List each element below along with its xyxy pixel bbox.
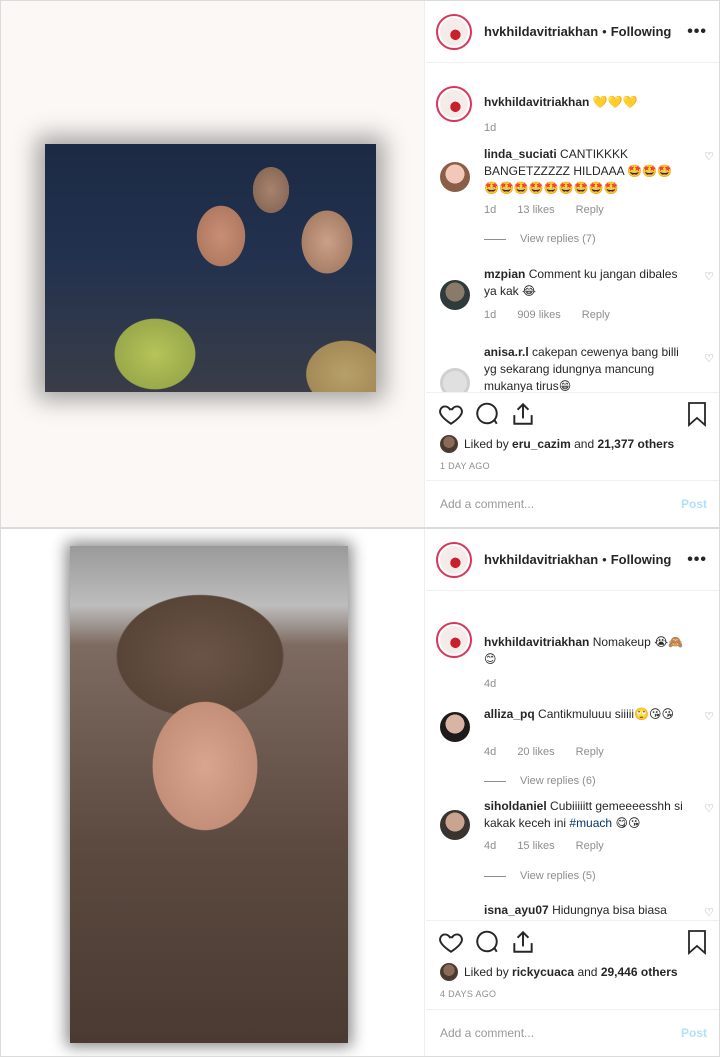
comment-like-heart-icon[interactable]: ♡	[704, 710, 714, 723]
commenter-avatar[interactable]	[440, 280, 470, 310]
instagram-post-2: hvkhildavitriakhan • Following ••• hvkhi…	[0, 528, 720, 1057]
caption-username[interactable]: hvkhildavitriakhan	[484, 635, 589, 649]
comment-item: isna_ayu07 Hidungnya bisa biasa ♡	[436, 902, 716, 920]
comment-username[interactable]: anisa.r.l	[484, 345, 529, 359]
reply-link[interactable]: Reply	[576, 746, 604, 758]
comments-list[interactable]: hvkhildavitriakhan Nomakeup 😭🙈😊 4d alliz…	[426, 592, 719, 920]
header-username[interactable]: hvkhildavitriakhan	[484, 24, 598, 39]
post-timestamp: 4 DAYS AGO	[440, 989, 497, 999]
comment-username[interactable]: linda_suciati	[484, 147, 557, 161]
bookmark-icon[interactable]	[685, 929, 709, 958]
profile-avatar[interactable]	[436, 541, 472, 578]
more-options-icon[interactable]: •••	[687, 23, 707, 41]
comment-username[interactable]: mzpian	[484, 267, 525, 281]
comment-item: alliza_pq Cantikmuluuu siiiii🙄😘😘 ♡ 4d 20…	[436, 684, 716, 788]
caption-username[interactable]: hvkhildavitriakhan	[484, 95, 589, 109]
post-header: hvkhildavitriakhan • Following •••	[426, 1, 719, 63]
comment-username[interactable]: siholdaniel	[484, 799, 547, 813]
comment-like-heart-icon[interactable]: ♡	[704, 802, 714, 815]
comment-text: Cantikmuluuu siiiii🙄😘😘	[538, 707, 675, 721]
comment-likes-count[interactable]: 20 likes	[517, 746, 554, 758]
post-timestamp: 1 DAY AGO	[440, 461, 490, 471]
comment-like-heart-icon[interactable]: ♡	[704, 150, 714, 163]
share-icon[interactable]	[510, 401, 536, 429]
instagram-post-1: hvkhildavitriakhan • Following ••• hvkhi…	[0, 0, 720, 528]
heart-icon[interactable]	[438, 401, 464, 429]
liker-avatar[interactable]	[440, 435, 458, 453]
commenter-avatar[interactable]	[440, 810, 470, 840]
liker-avatar[interactable]	[440, 963, 458, 981]
add-comment-bar: Add a comment... Post	[426, 1009, 719, 1056]
heart-icon[interactable]	[438, 929, 464, 957]
reply-link[interactable]: Reply	[576, 840, 604, 852]
comment-likes-count[interactable]: 13 likes	[517, 204, 554, 216]
caption-row: hvkhildavitriakhan 💛💛💛 1d	[436, 86, 716, 136]
bed-selfie-photo[interactable]	[70, 546, 348, 1043]
post-sidebar: hvkhildavitriakhan • Following ••• hvkhi…	[426, 1, 719, 527]
comment-likes-count[interactable]: 15 likes	[517, 840, 554, 852]
liker-username[interactable]: eru_cazim	[512, 437, 571, 451]
bookmark-icon[interactable]	[685, 401, 709, 430]
liker-username[interactable]: rickycuaca	[512, 965, 574, 979]
share-icon[interactable]	[510, 929, 536, 957]
reply-link[interactable]: Reply	[576, 204, 604, 216]
post-actions: Liked by eru_cazim and 21,377 others 1 D…	[426, 392, 719, 480]
post-media-area	[1, 529, 425, 1056]
post-comment-button[interactable]: Post	[681, 497, 707, 511]
separator-dot: •	[602, 24, 607, 39]
caption-row: hvkhildavitriakhan Nomakeup 😭🙈😊 4d	[436, 614, 716, 690]
hashtag-link[interactable]: #muach	[569, 816, 612, 830]
likes-count[interactable]: 29,446 others	[601, 965, 678, 979]
reply-link[interactable]: Reply	[582, 309, 610, 321]
comment-icon[interactable]	[474, 401, 500, 429]
comment-text: Hidungnya bisa biasa	[552, 903, 667, 917]
following-button[interactable]: Following	[611, 24, 672, 39]
add-comment-input[interactable]: Add a comment...	[440, 1026, 534, 1040]
post-media-area	[1, 1, 425, 527]
caption-avatar[interactable]	[436, 622, 472, 658]
group-selfie-photo[interactable]	[45, 144, 376, 392]
comments-list[interactable]: hvkhildavitriakhan 💛💛💛 1d linda_suciati …	[426, 64, 719, 392]
view-replies-link[interactable]: View replies (6)	[484, 775, 596, 787]
view-replies-link[interactable]: View replies (7)	[484, 233, 596, 245]
comment-username[interactable]: isna_ayu07	[484, 903, 549, 917]
comment-item: siholdaniel Cubiiiiitt gemeeeesshh si ka…	[436, 794, 716, 894]
comment-likes-count[interactable]: 909 likes	[517, 309, 560, 321]
comment-icon[interactable]	[474, 929, 500, 957]
profile-avatar[interactable]	[436, 13, 472, 50]
post-sidebar: hvkhildavitriakhan • Following ••• hvkhi…	[426, 529, 719, 1056]
comment-item: anisa.r.l cakepan cewenya bang billi yg …	[436, 344, 716, 392]
post-actions: Liked by rickycuaca and 29,446 others 4 …	[426, 920, 719, 1009]
separator-dot: •	[602, 552, 607, 567]
post-header: hvkhildavitriakhan • Following •••	[426, 529, 719, 591]
header-username[interactable]: hvkhildavitriakhan	[484, 552, 598, 567]
add-comment-bar: Add a comment... Post	[426, 480, 719, 527]
comment-item: linda_suciati CANTIKKKK BANGETZZZZZ HILD…	[436, 142, 716, 252]
caption-time: 1d	[484, 122, 497, 134]
comment-time: 1d	[484, 309, 497, 321]
caption-text: 💛💛💛	[592, 95, 638, 109]
commenter-avatar[interactable]	[440, 712, 470, 742]
more-options-icon[interactable]: •••	[687, 551, 707, 569]
add-comment-input[interactable]: Add a comment...	[440, 497, 534, 511]
comment-item: mzpian Comment ku jangan dibales ya kak …	[436, 266, 716, 326]
comment-time: 4d	[484, 746, 497, 758]
liked-by-line[interactable]: Liked by rickycuaca and 29,446 others	[440, 963, 678, 981]
comment-like-heart-icon[interactable]: ♡	[704, 906, 714, 919]
post-comment-button[interactable]: Post	[681, 1026, 707, 1040]
view-replies-link[interactable]: View replies (5)	[484, 870, 596, 882]
liked-by-line[interactable]: Liked by eru_cazim and 21,377 others	[440, 435, 674, 453]
commenter-avatar[interactable]	[440, 368, 470, 392]
following-button[interactable]: Following	[611, 552, 672, 567]
comment-like-heart-icon[interactable]: ♡	[704, 270, 714, 283]
commenter-avatar[interactable]	[440, 162, 470, 192]
comment-time: 4d	[484, 840, 497, 852]
comment-like-heart-icon[interactable]: ♡	[704, 352, 714, 365]
comment-time: 1d	[484, 204, 497, 216]
likes-count[interactable]: 21,377 others	[597, 437, 674, 451]
caption-avatar[interactable]	[436, 86, 472, 122]
comment-emoji: 😋😘	[615, 816, 641, 830]
comment-username[interactable]: alliza_pq	[484, 707, 535, 721]
